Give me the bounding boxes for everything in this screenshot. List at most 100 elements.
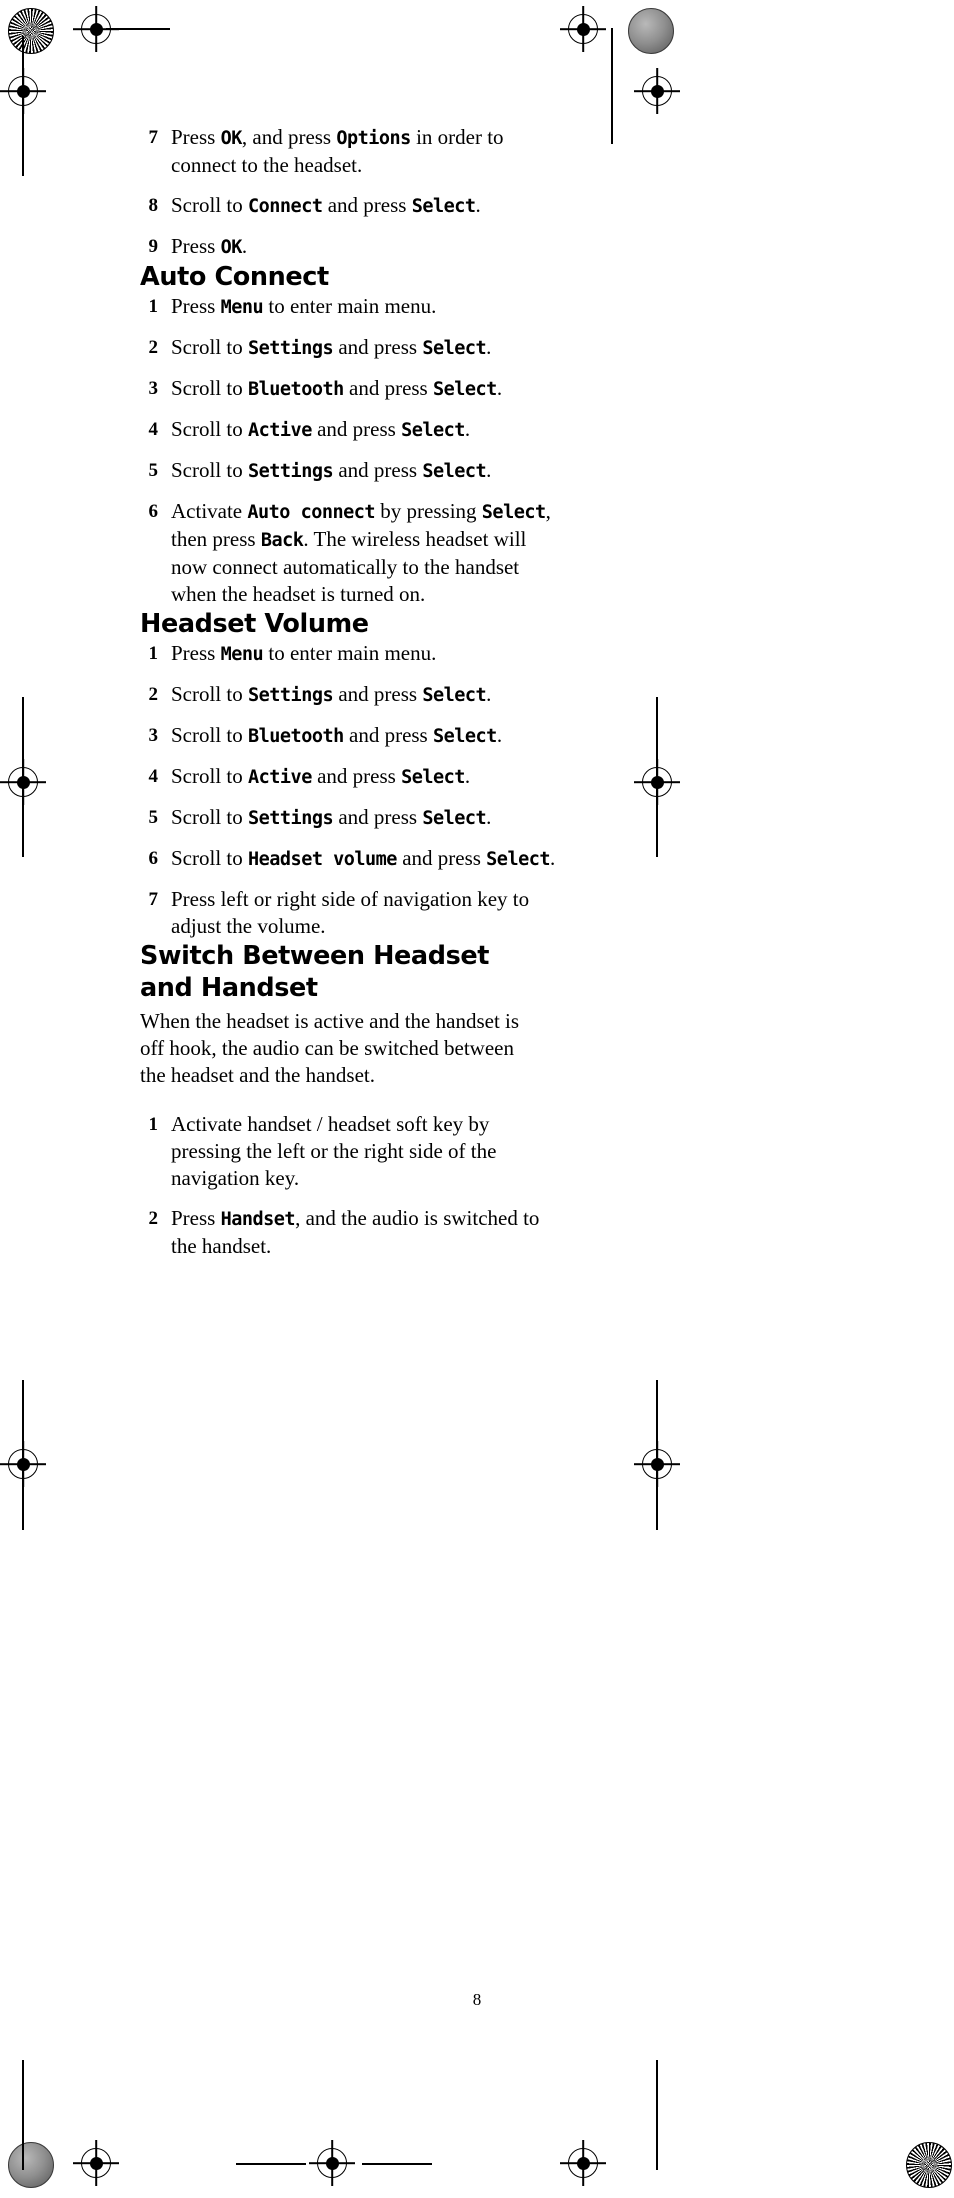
step-text: Scroll to Settings and press Select. — [171, 804, 560, 832]
step-text-run: by pressing — [375, 499, 482, 523]
step-text-run: . — [486, 682, 492, 706]
step-text-run: and press — [333, 458, 423, 482]
step-text: Scroll to Active and press Select. — [171, 763, 560, 791]
step-text-run: Scroll to — [171, 723, 248, 747]
step-number: 7 — [148, 127, 159, 148]
step-number: 1 — [148, 643, 159, 664]
step-number: 5 — [148, 807, 159, 828]
step-list-switch-between: 1 Activate handset / headset soft key by … — [140, 1111, 560, 1260]
step-text-run: and press — [311, 764, 402, 788]
crop-line-left-bottom — [22, 2060, 24, 2170]
step-text: Press OK. — [171, 233, 560, 261]
ui-term: Menu — [220, 644, 264, 665]
step-number: 6 — [148, 848, 159, 869]
crop-line-top — [106, 28, 170, 30]
step-text-run: Scroll to — [171, 376, 248, 400]
step-item: 5 Scroll to Settings and press Select. — [140, 804, 560, 832]
section-heading-switch-between: Switch Between Headset and Handset — [140, 941, 490, 1003]
ui-term: Settings — [248, 685, 334, 706]
ui-term: Select — [422, 461, 487, 482]
ui-term: Select — [422, 685, 487, 706]
ui-term: OK — [220, 237, 243, 258]
step-text: Activate handset / headset soft key by p… — [171, 1111, 560, 1192]
step-item: 4 Scroll to Active and press Select. — [140, 416, 560, 444]
step-text-run: and press — [396, 846, 487, 870]
step-text: Press OK, and press Options in order to … — [171, 124, 560, 179]
step-item: 9 Press OK. — [140, 233, 560, 261]
step-list-continued: 7 Press OK, and press Options in order to… — [140, 124, 560, 261]
step-text-run: Press — [171, 294, 221, 318]
step-text: Press left or right side of navigation k… — [171, 886, 560, 940]
step-text-run: Scroll to — [171, 846, 248, 870]
step-item: 2 Scroll to Settings and press Select. — [140, 334, 560, 362]
step-item: 2 Press Handset, and the audio is switche… — [140, 1205, 560, 1260]
ui-term: Select — [422, 808, 487, 829]
step-item: 6 Activate Auto connect by pressing Selec… — [140, 498, 560, 608]
ui-term: OK — [220, 128, 243, 149]
step-text-run: Scroll to — [171, 193, 248, 217]
ui-term: Handset — [220, 1209, 296, 1230]
ui-term: Auto connect — [247, 502, 376, 523]
page-number: 8 — [472, 1990, 482, 2009]
ui-term: Menu — [220, 297, 264, 318]
step-text-run: to enter main menu. — [263, 294, 437, 318]
crop-line-right-lower — [656, 1380, 658, 1530]
step-item: 1 Press Menu to enter main menu. — [140, 293, 560, 321]
crop-line-left-top — [22, 36, 24, 176]
step-item: 7 Press left or right side of navigation … — [140, 886, 560, 940]
gray-density-calibration-dot-top-right — [628, 8, 674, 54]
step-item: 4 Scroll to Active and press Select. — [140, 763, 560, 791]
step-item: 1 Press Menu to enter main menu. — [140, 640, 560, 668]
step-text-run: Activate handset / headset soft key by p… — [171, 1112, 497, 1190]
step-text: Press Handset, and the audio is switched… — [171, 1205, 560, 1260]
step-text: Scroll to Bluetooth and press Select. — [171, 722, 560, 750]
step-text: Scroll to Headset volume and press Selec… — [171, 845, 560, 873]
step-text-run: and press — [343, 376, 433, 400]
registration-target-bottom-right — [568, 2148, 598, 2178]
ui-term: Options — [336, 128, 411, 149]
step-text-run: . — [464, 417, 471, 441]
crop-line-left-middle — [22, 697, 24, 857]
ui-term: Connect — [248, 196, 323, 217]
step-item: 1 Activate handset / headset soft key by … — [140, 1111, 560, 1192]
step-text-run: . — [496, 376, 503, 400]
step-item: 3 Scroll to Bluetooth and press Select. — [140, 722, 560, 750]
step-item: 8 Scroll to Connect and press Select. — [140, 192, 560, 220]
step-number: 3 — [148, 378, 159, 399]
section-heading-auto-connect: Auto Connect — [140, 262, 329, 292]
step-text-run: . — [475, 193, 481, 217]
section-heading-headset-volume: Headset Volume — [140, 609, 369, 639]
step-item: 6 Scroll to Headset volume and press Sele… — [140, 845, 560, 873]
step-text-run: , and press — [241, 125, 337, 149]
step-text: Scroll to Bluetooth and press Select. — [171, 375, 560, 403]
step-text-run: Scroll to — [171, 458, 248, 482]
step-number: 4 — [148, 419, 159, 440]
step-item: 2 Scroll to Settings and press Select. — [140, 681, 560, 709]
step-text: Press Menu to enter main menu. — [171, 640, 560, 668]
step-text-run: . — [550, 846, 556, 870]
step-list-headset-volume: 1 Press Menu to enter main menu. 2 Scroll t… — [140, 640, 560, 940]
step-number: 9 — [148, 236, 159, 257]
step-text-run: and press — [343, 723, 433, 747]
intro-paragraph-switch-between: When the headset is active and the hands… — [140, 1009, 520, 1087]
step-number: 7 — [148, 889, 159, 910]
step-number: 2 — [148, 1208, 159, 1229]
ui-term: Back — [260, 530, 304, 551]
step-text-run: Scroll to — [171, 764, 248, 788]
step-number: 6 — [148, 501, 159, 522]
step-text-run: Scroll to — [171, 805, 248, 829]
crop-line-right-top — [611, 28, 613, 144]
ui-term: Headset volume — [248, 849, 397, 870]
step-text-run: Activate — [171, 499, 248, 523]
ui-term: Settings — [248, 461, 334, 482]
step-text-run: to enter main menu. — [263, 641, 437, 665]
step-number: 2 — [148, 684, 159, 705]
step-text: Scroll to Settings and press Select. — [171, 334, 560, 362]
ui-term: Active — [248, 420, 312, 441]
step-text-run: . — [486, 335, 492, 359]
crop-line-left-lower — [22, 1380, 24, 1530]
step-text-run: Press — [171, 234, 221, 258]
crop-line-right-bottom — [656, 2060, 658, 2170]
step-item: 5 Scroll to Settings and press Select. — [140, 457, 560, 485]
ui-term: Select — [411, 196, 476, 217]
